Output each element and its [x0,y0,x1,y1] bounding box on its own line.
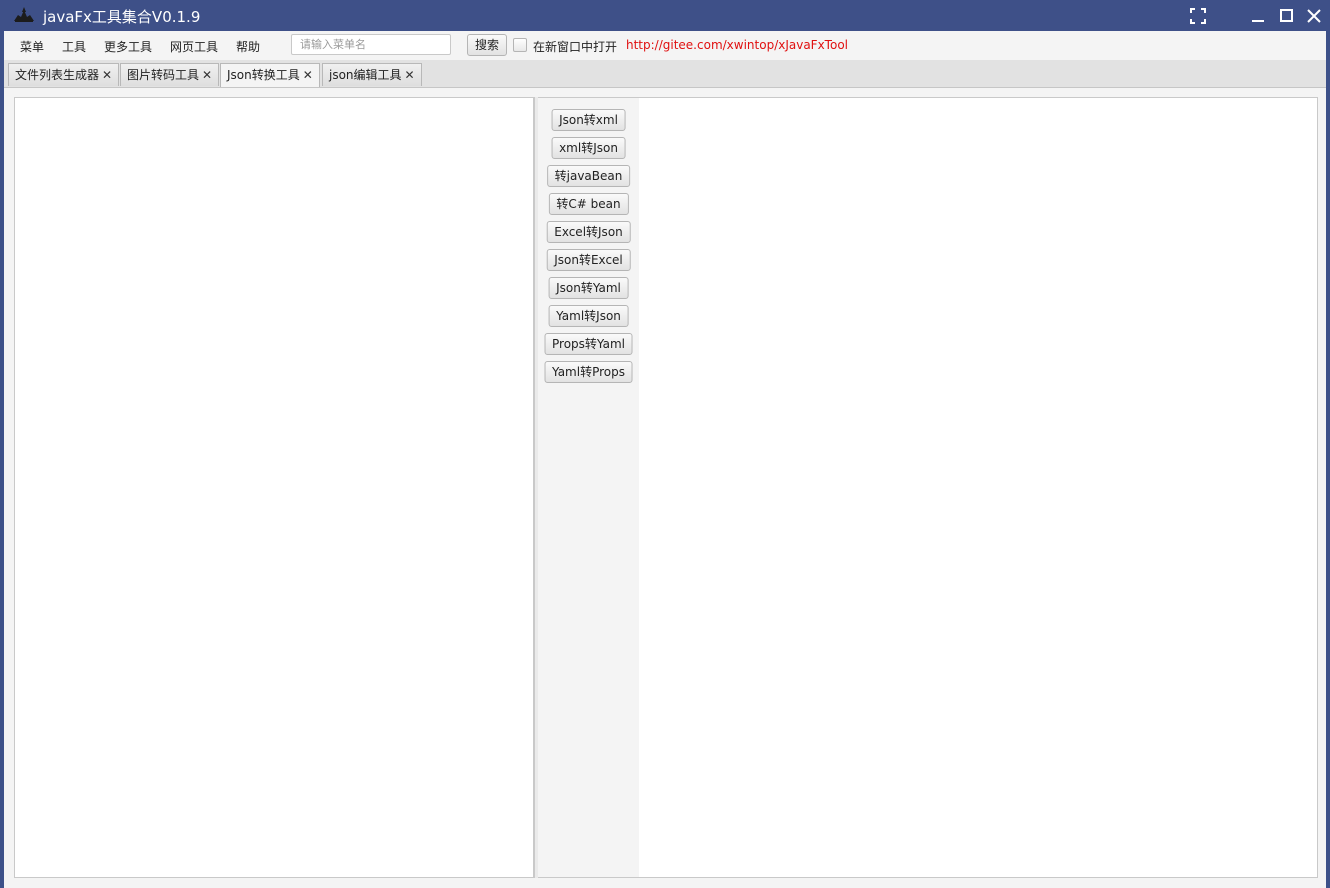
output-textarea[interactable] [639,97,1318,878]
open-new-window-label: 在新窗口中打开 [533,40,618,54]
close-icon[interactable] [1304,6,1324,26]
excel-to-json-button[interactable]: Excel转Json [546,221,631,243]
to-javabean-button[interactable]: 转javaBean [546,165,631,187]
window-title: javaFx工具集合V0.1.9 [43,8,201,26]
tab-close-icon[interactable]: ✕ [405,68,415,82]
converter-button-column: Json转xml xml转Json 转javaBean 转C# bean Exc… [538,97,639,878]
tab-bar: 文件列表生成器 ✕ 图片转码工具 ✕ Json转换工具 ✕ json编辑工具 ✕ [4,60,1326,88]
fullscreen-icon[interactable] [1188,6,1208,26]
json-input-textarea[interactable] [14,97,534,878]
tab-close-icon[interactable]: ✕ [202,68,212,82]
xml-to-json-button[interactable]: xml转Json [551,137,626,159]
yaml-to-props-button[interactable]: Yaml转Props [544,361,633,383]
menu-item-help[interactable]: 帮助 [236,38,260,55]
to-csharp-bean-button[interactable]: 转C# bean [548,193,629,215]
yaml-to-json-button[interactable]: Yaml转Json [548,305,629,327]
tab-json-editor[interactable]: json编辑工具 ✕ [322,63,422,86]
tab-label: 图片转码工具 [127,68,200,82]
tab-file-list-generator[interactable]: 文件列表生成器 ✕ [8,63,120,86]
open-new-window-checkbox[interactable] [513,38,527,52]
tab-close-icon[interactable]: ✕ [102,68,112,82]
tab-image-transcode[interactable]: 图片转码工具 ✕ [120,63,220,86]
title-bar[interactable]: javaFx工具集合V0.1.9 [0,0,1330,31]
menu-search-input[interactable] [291,34,451,55]
json-convert-tool-pane: Json转xml xml转Json 转javaBean 转C# bean Exc… [4,88,1326,888]
menu-item-web-tools[interactable]: 网页工具 [170,38,218,55]
menu-item-more-tools[interactable]: 更多工具 [104,38,152,55]
repo-link[interactable]: http://gitee.com/xwintop/xJavaFxTool [626,38,848,52]
tab-label: Json转换工具 [227,68,300,82]
menu-item-tools[interactable]: 工具 [62,38,86,55]
menu-bar: 菜单 工具 更多工具 网页工具 帮助 搜索 在新窗口中打开 http://git… [4,31,1326,61]
menu-item-menu[interactable]: 菜单 [20,38,44,55]
tab-json-convert[interactable]: Json转换工具 ✕ [220,63,320,87]
props-to-yaml-button[interactable]: Props转Yaml [544,333,633,355]
search-button[interactable]: 搜索 [467,34,507,56]
maximize-icon[interactable] [1276,6,1296,26]
tab-label: json编辑工具 [329,68,402,82]
app-logo-icon [12,6,36,24]
app-window: javaFx工具集合V0.1.9 菜单 工具 更多工具 网页工具 帮助 请输入菜… [0,0,1330,888]
json-to-xml-button[interactable]: Json转xml [551,109,626,131]
json-to-excel-button[interactable]: Json转Excel [546,249,631,271]
json-to-yaml-button[interactable]: Json转Yaml [548,277,629,299]
tab-close-icon[interactable]: ✕ [303,68,313,82]
tab-label: 文件列表生成器 [15,68,100,82]
minimize-icon[interactable] [1248,6,1268,26]
